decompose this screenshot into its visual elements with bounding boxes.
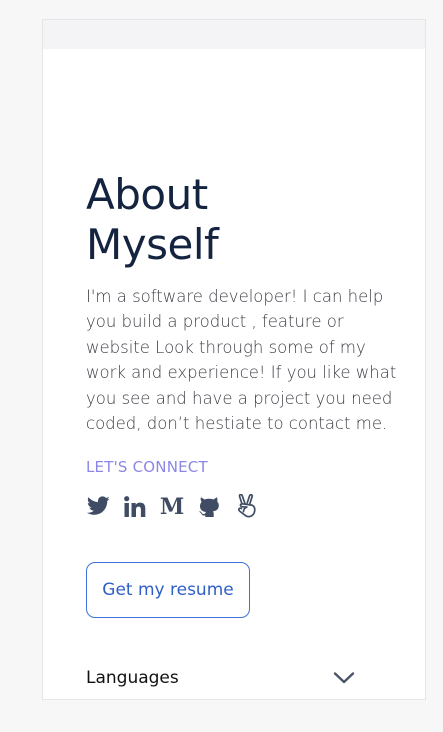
social-links: M (86, 492, 406, 520)
twitter-icon[interactable] (86, 493, 110, 519)
title-line-2: Myself (86, 220, 219, 269)
about-card: About Myself I'm a software developer! I… (42, 19, 426, 700)
about-section: About Myself I'm a software developer! I… (86, 170, 406, 619)
accordion-label: Languages (86, 668, 179, 688)
chevron-down-icon[interactable] (332, 666, 356, 690)
connect-label: LET'S CONNECT (86, 458, 208, 477)
card-top-bar (43, 20, 425, 49)
title-line-1: About (86, 170, 208, 219)
linkedin-icon[interactable] (123, 493, 147, 519)
page-title: About Myself (86, 170, 406, 270)
bio-text: I'm a software developer! I can help you… (86, 287, 397, 434)
languages-accordion[interactable]: Languages (86, 663, 356, 693)
get-resume-button[interactable]: Get my resume (86, 562, 250, 619)
medium-icon[interactable]: M (160, 493, 184, 519)
angellist-icon[interactable] (234, 493, 258, 519)
svg-text:M: M (160, 495, 184, 517)
github-icon[interactable] (197, 493, 221, 519)
